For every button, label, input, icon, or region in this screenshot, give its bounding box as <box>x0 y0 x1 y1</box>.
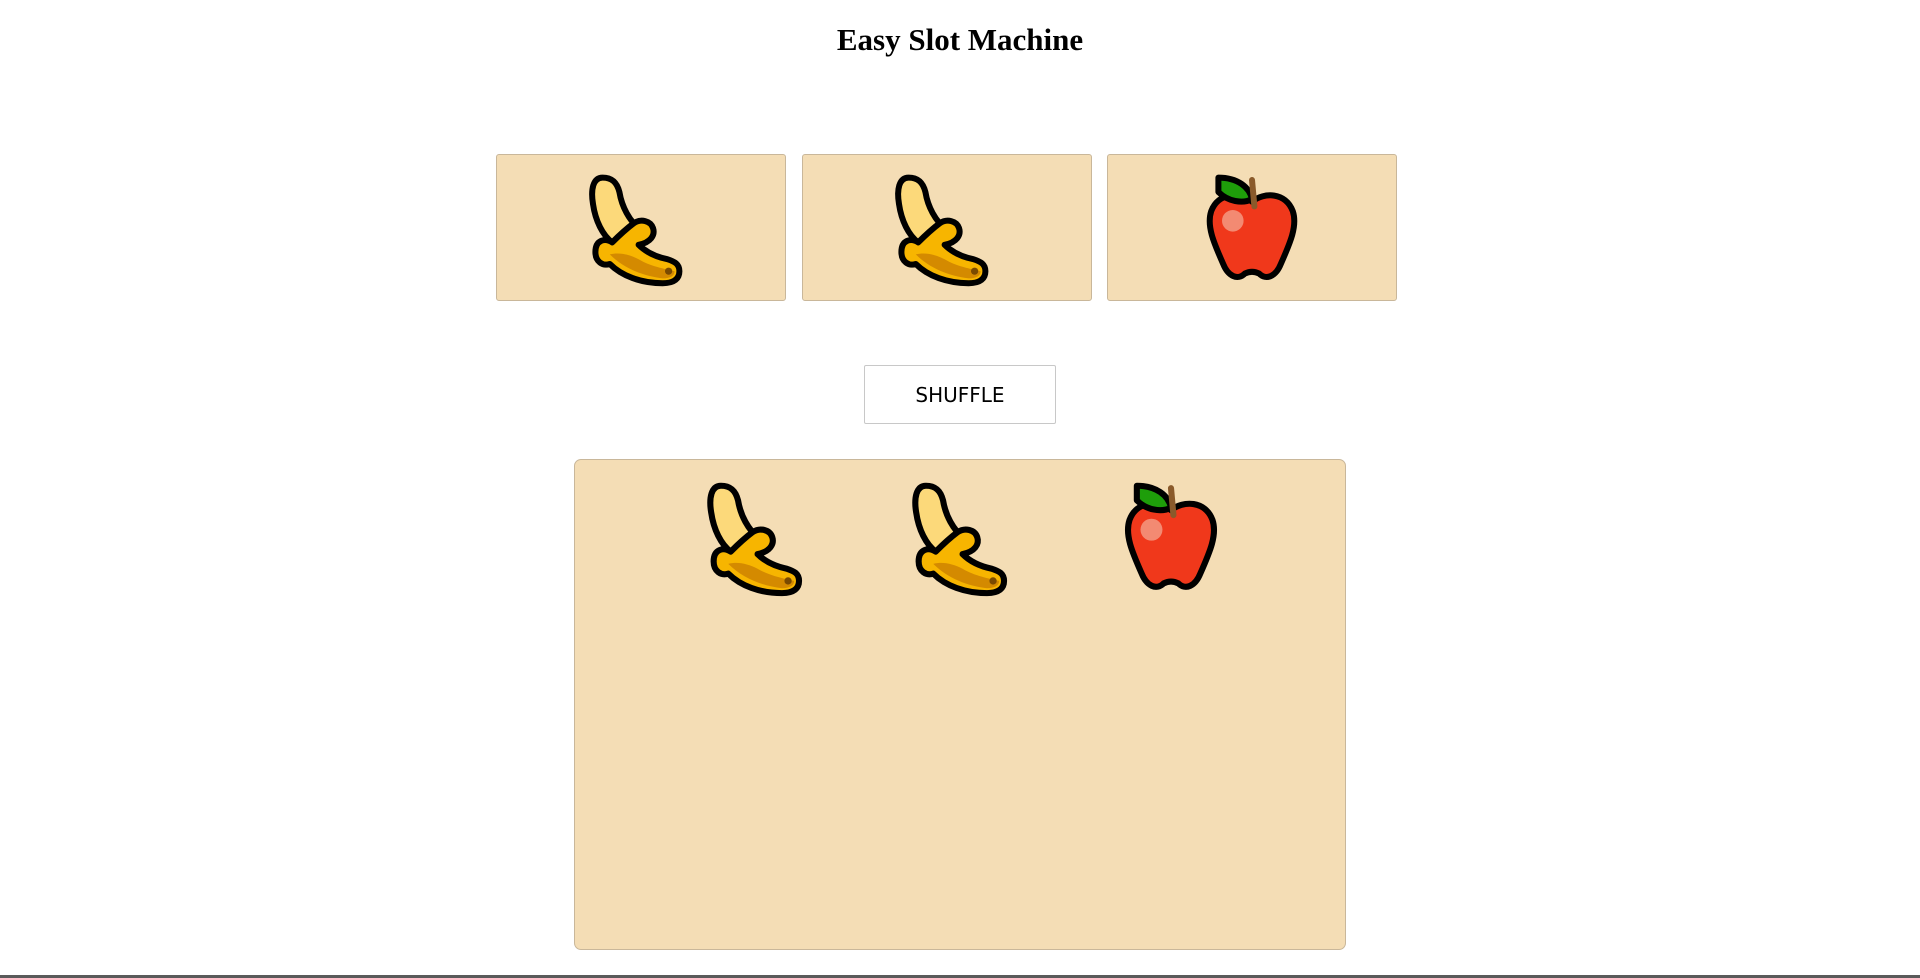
page-title: Easy Slot Machine <box>836 22 1084 57</box>
banana-icon <box>581 168 701 288</box>
results-history-panel <box>574 459 1346 950</box>
slot-reel-2 <box>802 154 1092 301</box>
banana-icon <box>904 476 1026 603</box>
slot-reel-3 <box>1107 154 1397 301</box>
apple-icon <box>1110 476 1232 603</box>
banana-icon <box>699 476 821 603</box>
banana-icon <box>887 168 1007 288</box>
slot-reel-1 <box>496 154 786 301</box>
shuffle-button[interactable]: SHUFFLE <box>864 365 1056 424</box>
apple-icon <box>1192 168 1312 288</box>
